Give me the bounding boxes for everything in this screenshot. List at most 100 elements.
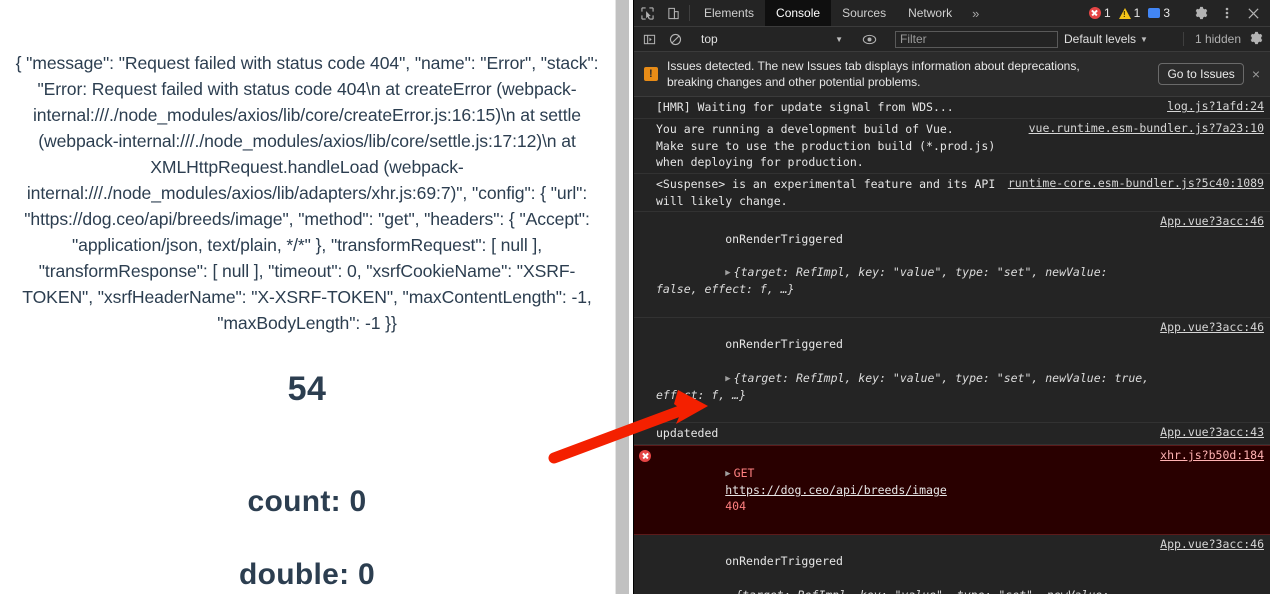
log-levels-value: Default levels — [1064, 32, 1137, 46]
issues-banner: Issues detected. The new Issues tab disp… — [634, 52, 1270, 98]
console-row-hmr[interactable]: [HMR] Waiting for update signal from WDS… — [634, 97, 1270, 120]
row-gutter — [634, 99, 656, 101]
console-message-text: onRenderTriggered — [725, 554, 843, 569]
page-scrollbar[interactable] — [615, 0, 629, 594]
console-object-preview[interactable]: {target: RefImpl, key: "value", type: "s… — [656, 371, 1156, 402]
row-gutter — [634, 214, 656, 216]
info-counter[interactable]: 3 — [1148, 6, 1170, 20]
row-gutter — [634, 537, 656, 539]
device-toolbar-icon[interactable] — [660, 0, 686, 26]
row-gutter — [634, 448, 656, 462]
double-label: double: 0 — [238, 558, 376, 592]
devtools-tabs: Elements Console Sources Network » — [693, 0, 988, 26]
console-sidebar-toggle-icon[interactable] — [636, 33, 662, 46]
console-message-body: ▶ GET https://dog.ceo/api/breeds/image 40… — [656, 448, 1160, 532]
go-to-issues-button[interactable]: Go to Issues — [1158, 63, 1244, 86]
toolbar-divider-4 — [1182, 32, 1184, 46]
console-message-text: onRenderTriggered — [725, 337, 843, 352]
console-message-text: updateded — [656, 426, 719, 441]
request-url-link[interactable]: https://dog.ceo/api/breeds/image — [725, 483, 947, 497]
live-expression-eye-icon[interactable] — [856, 33, 882, 46]
more-tabs-icon[interactable]: » — [963, 0, 988, 26]
issues-banner-actions: Go to Issues × — [1158, 63, 1264, 86]
devtools-tabbar: Elements Console Sources Network » 1 1 — [634, 0, 1270, 27]
console-row-onrendertriggered[interactable]: onRenderTriggered ▶ {target: RefImpl, key… — [634, 212, 1270, 318]
expand-triangle-icon[interactable]: ▶ — [725, 468, 730, 481]
console-source-link[interactable]: App.vue?3acc:46 — [1160, 214, 1264, 228]
console-row-onrendertriggered-error[interactable]: onRenderTriggered {target: RefImpl, key:… — [634, 535, 1270, 594]
info-count: 3 — [1163, 6, 1170, 20]
warning-counter[interactable]: 1 — [1118, 6, 1141, 20]
console-settings-gear-icon[interactable] — [1249, 31, 1263, 48]
console-message-text: <Suspense> is an experimental feature an… — [656, 177, 1003, 208]
console-source-link[interactable]: App.vue?3acc:46 — [1160, 537, 1264, 551]
console-toolbar-right: 1 hidden — [1180, 27, 1268, 51]
page-scrollbar-thumb[interactable] — [616, 0, 629, 594]
hidden-messages-count[interactable]: 1 hidden — [1195, 32, 1241, 46]
console-source-link[interactable]: App.vue?3acc:43 — [1160, 425, 1264, 439]
row-gutter — [634, 320, 656, 322]
expand-triangle-icon[interactable]: ▶ — [725, 267, 730, 280]
console-message-body: onRenderTriggered {target: RefImpl, key:… — [656, 537, 1160, 594]
console-message-body: onRenderTriggered ▶ {target: RefImpl, key… — [656, 320, 1160, 420]
console-source-link[interactable]: xhr.js?b50d:184 — [1160, 448, 1264, 462]
request-method: GET — [733, 465, 755, 480]
console-row-suspense[interactable]: <Suspense> is an experimental feature an… — [634, 174, 1270, 213]
issues-banner-close-icon[interactable]: × — [1248, 66, 1264, 82]
console-message-text: You are running a development build of V… — [656, 122, 996, 170]
console-source-link[interactable]: vue.runtime.esm-bundler.js?7a23:10 — [1029, 121, 1264, 135]
error-icon — [639, 449, 651, 462]
tab-sources[interactable]: Sources — [831, 0, 897, 26]
expand-triangle-icon[interactable]: ▶ — [725, 373, 730, 386]
log-levels-select[interactable]: Default levels ▼ — [1064, 32, 1148, 46]
error-counter[interactable]: 1 — [1088, 6, 1111, 20]
info-icon — [1148, 8, 1161, 18]
console-message-list[interactable]: [HMR] Waiting for update signal from WDS… — [634, 97, 1270, 594]
clear-console-icon[interactable] — [662, 33, 688, 46]
console-message-text: [HMR] Waiting for update signal from WDS… — [656, 100, 954, 115]
console-message-body: onRenderTriggered ▶ {target: RefImpl, key… — [656, 214, 1160, 314]
settings-gear-icon[interactable] — [1188, 6, 1214, 20]
error-icon — [1088, 7, 1101, 19]
console-source-link[interactable]: log.js?1afd:24 — [1167, 99, 1264, 113]
issue-counters[interactable]: 1 1 3 — [1088, 6, 1181, 20]
console-source-link[interactable]: runtime-core.esm-bundler.js?5c40:1089 — [1008, 176, 1264, 190]
console-object-line-1: {target: RefImpl, key: "value", type: "s… — [656, 588, 1116, 594]
execution-context-select[interactable]: top ▼ — [695, 30, 849, 49]
tabbar-right-controls: 1 1 3 — [1088, 0, 1270, 26]
devtools-panel: Elements Console Sources Network » 1 1 — [633, 0, 1270, 594]
chevron-down-icon: ▼ — [835, 34, 843, 44]
row-gutter — [634, 176, 656, 178]
close-devtools-icon[interactable] — [1240, 7, 1266, 20]
big-number-value: 54 — [287, 370, 327, 409]
tabbar-divider — [689, 5, 690, 21]
web-page-pane: { "message": "Request failed with status… — [0, 0, 633, 594]
console-row-onrendertriggered[interactable]: onRenderTriggered ▶ {target: RefImpl, key… — [634, 318, 1270, 424]
tab-network[interactable]: Network — [897, 0, 963, 26]
more-options-icon[interactable] — [1214, 6, 1240, 20]
inspect-element-icon[interactable] — [634, 0, 660, 26]
error-json-text: { "message": "Request failed with status… — [15, 53, 599, 334]
count-label: count: 0 — [247, 485, 367, 519]
console-row-network-error[interactable]: ▶ GET https://dog.ceo/api/breeds/image 40… — [634, 444, 1270, 535]
console-source-link[interactable]: App.vue?3acc:46 — [1160, 320, 1264, 334]
error-count: 1 — [1103, 6, 1111, 20]
response-status-code: 404 — [725, 499, 747, 514]
issues-warning-icon — [644, 67, 658, 82]
levels-chevron-down-icon: ▼ — [1140, 34, 1148, 44]
warning-count: 1 — [1133, 6, 1141, 20]
console-filter-input[interactable] — [895, 30, 1058, 48]
console-row-updateded[interactable]: updateded App.vue?3acc:43 — [634, 423, 1270, 445]
row-gutter — [634, 425, 656, 427]
vue-app-root: { "message": "Request failed with status… — [0, 0, 614, 594]
console-toolbar: top ▼ Default levels ▼ 1 hidden — [634, 27, 1270, 52]
warning-icon — [1118, 7, 1131, 19]
tab-elements[interactable]: Elements — [693, 0, 765, 26]
issues-banner-text: Issues detected. The new Issues tab disp… — [667, 59, 1080, 90]
console-message-text: onRenderTriggered — [725, 232, 843, 247]
console-row-devbuild[interactable]: You are running a development build of V… — [634, 119, 1270, 175]
tab-console[interactable]: Console — [765, 0, 832, 26]
screen-root: { "message": "Request failed with status… — [0, 0, 1270, 594]
row-gutter — [634, 121, 656, 123]
execution-context-value: top — [701, 32, 718, 46]
